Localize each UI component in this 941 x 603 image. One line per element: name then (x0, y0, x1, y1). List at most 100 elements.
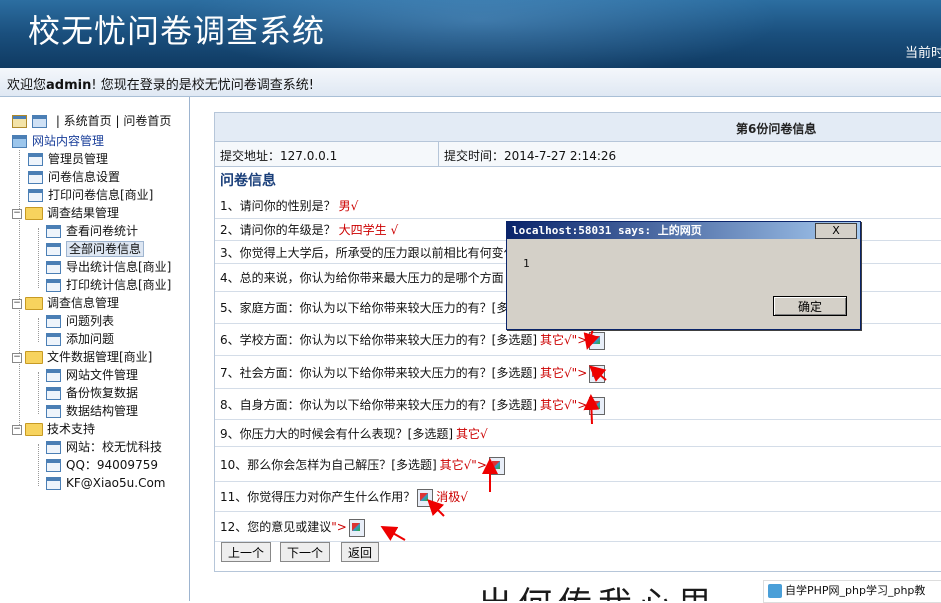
back-button[interactable]: 返回 (341, 542, 380, 562)
dialog-message: 1 (523, 257, 530, 270)
answer-text: 男√ (338, 199, 359, 213)
sidebar-item-label: 数据结构管理 (66, 404, 139, 418)
question-text-line: 3、你觉得上大学后，所承受的压力跟以前相比有何变化 (220, 244, 516, 261)
tree-guide (38, 444, 39, 486)
sidebar-item-label: 网站文件管理 (66, 368, 139, 382)
sidebar-item[interactable]: − 技术支持 (12, 420, 95, 438)
broken-image-icon (589, 364, 606, 383)
section-title: 问卷信息 (220, 173, 276, 189)
meta-divider (438, 142, 439, 166)
sidebar-item-label: 备份恢复数据 (66, 386, 139, 400)
tree-guide (38, 372, 39, 414)
add-icon (32, 115, 47, 128)
folder-icon (25, 207, 43, 220)
sidebar-item[interactable]: KF@Xiao5u.Com (46, 474, 166, 492)
sidebar-item-label: 添加问题 (66, 332, 115, 346)
sidebar-item[interactable]: 问题列表 (46, 312, 114, 330)
question-text-line: 11、你觉得压力对你产生什么作用？ 消极√ (220, 488, 468, 507)
question-text: 10、那么你会怎样为自己解压？[多选题] (220, 458, 437, 472)
watermark-logo-icon (768, 584, 782, 598)
page-icon (28, 171, 43, 184)
sidebar-item[interactable]: 网站：校无忧科技 (46, 438, 162, 456)
broken-image-icon (589, 396, 606, 415)
next-button[interactable]: 下一个 (280, 542, 331, 562)
answer-text: 其它√ (540, 333, 572, 347)
sidebar-item-label: 问卷信息设置 (48, 170, 121, 184)
alert-dialog: localhost:58031 says: 上的网页 X 1 确定 (506, 221, 861, 330)
sidebar-item[interactable]: − 调查结果管理 (12, 204, 119, 222)
sidebar-item[interactable]: 查看问卷统计 (46, 222, 138, 240)
collapse-toggle-icon[interactable]: − (12, 352, 22, 363)
sidebar-item[interactable]: 问卷信息设置 (28, 168, 120, 186)
survey-title-row: 第6份问卷信息 (215, 113, 941, 142)
question-text-line: 2、请问你的年级是？ 大四学生 √ (220, 221, 398, 238)
dialog-body: 1 确定 (511, 243, 856, 323)
sidebar-item[interactable]: − 调查信息管理 (12, 294, 119, 312)
submit-time: 提交时间：2014-7-27 2:14:26 (444, 149, 617, 163)
welcome-suffix: ! 您现在登录的是校无忧问卷调查系统! (91, 78, 314, 93)
answer-text: 其它√ (540, 366, 572, 380)
question-text: 7、社会方面：你认为以下给你带来较大压力的有？[多选题] (220, 366, 538, 380)
prev-button[interactable]: 上一个 (221, 542, 272, 562)
folder-icon (25, 423, 43, 436)
sidebar-item[interactable]: 管理员管理 (28, 150, 108, 168)
sidebar-item[interactable]: 打印统计信息[商业] (46, 276, 171, 294)
sidebar-item-label: 网站：校无忧科技 (66, 440, 163, 454)
sidebar-item[interactable]: QQ：94009759 (46, 456, 158, 474)
page-icon (46, 477, 61, 490)
question-row: 10、那么你会怎样为自己解压？[多选题] 其它√"> (215, 446, 941, 482)
question-row: 11、你觉得压力对你产生什么作用？ 消极√ (215, 481, 941, 512)
question-text: 5、家庭方面：你认为以下给你带来较大压力的有？[多选 (220, 301, 521, 315)
question-text-line: 5、家庭方面：你认为以下给你带来较大压力的有？[多选 (220, 299, 520, 316)
dialog-ok-button[interactable]: 确定 (773, 296, 847, 316)
question-text: 1、请问你的性别是？ (220, 199, 336, 213)
watermark-badge: 自学PHP网_php学习_php教 (763, 580, 941, 603)
sidebar-item[interactable]: 数据结构管理 (46, 402, 138, 420)
bottom-decoration: 出何传我心思 (470, 575, 790, 601)
sidebar-item[interactable]: 备份恢复数据 (46, 384, 138, 402)
question-text-line: 4、总的来说，你认为给你带来最大压力的是哪个方面 (220, 269, 504, 286)
house-icon (12, 135, 27, 148)
survey-home-link[interactable]: 问卷首页 (123, 114, 171, 128)
answer-text: 其它√ (456, 427, 488, 441)
answer-text: 大四学生 √ (338, 223, 399, 237)
dialog-title: localhost:58031 says: 上的网页 (512, 224, 702, 237)
sidebar-item-label: 技术支持 (47, 422, 96, 436)
question-text: 9、你压力大的时候会有什么表现？[多选题] (220, 427, 453, 441)
question-text: 3、你觉得上大学后，所承受的压力跟以前相比有何变化 (220, 246, 516, 260)
welcome-prefix: 欢迎您 (7, 78, 47, 93)
page-icon (28, 189, 43, 202)
dialog-title-bar: localhost:58031 says: 上的网页 X (507, 222, 860, 239)
page-icon (46, 369, 61, 382)
question-text-line: 8、自身方面：你认为以下给你带来较大压力的有？[多选题] 其它√"> (220, 396, 606, 415)
sidebar-item-label: 打印统计信息[商业] (66, 278, 172, 292)
folder-icon (25, 351, 43, 364)
sidebar-item[interactable]: 打印问卷信息[商业] (28, 186, 153, 204)
sidebar: | 系统首页 | 问卷首页 网站内容管理 管理员管理问卷信息设置打印问卷信息[商… (0, 97, 190, 601)
welcome-user: admin (46, 78, 92, 93)
question-text-line: 1、请问你的性别是？ 男√ (220, 197, 358, 214)
sidebar-item[interactable]: 添加问题 (46, 330, 114, 348)
collapse-toggle-icon[interactable]: − (12, 208, 22, 219)
sidebar-item[interactable]: − 文件数据管理[商业] (12, 348, 152, 366)
dialog-close-button[interactable]: X (815, 223, 857, 239)
sidebar-item-label: QQ：94009759 (66, 458, 158, 472)
sidebar-root[interactable]: 网站内容管理 (12, 132, 104, 150)
home-icon (12, 115, 27, 128)
broken-image-icon (589, 331, 606, 350)
question-text-line: 6、学校方面：你认为以下给你带来较大压力的有？[多选题] 其它√"> (220, 331, 606, 350)
sidebar-item[interactable]: 全部问卷信息 (46, 240, 145, 258)
page-icon (28, 153, 43, 166)
collapse-toggle-icon[interactable]: − (12, 424, 22, 435)
page-icon (46, 441, 61, 454)
stray-markup-text: "> (471, 458, 487, 472)
system-home-link[interactable]: | 系统首页 (56, 114, 112, 128)
watermark-text: 自学PHP网_php学习_php教 (785, 584, 926, 597)
question-text: 11、你觉得压力对你产生什么作用？ (220, 490, 416, 504)
sidebar-item[interactable]: 网站文件管理 (46, 366, 138, 384)
sidebar-top-links: | 系统首页 | 问卷首页 (12, 112, 171, 130)
sidebar-item[interactable]: 导出统计信息[商业] (46, 258, 171, 276)
stray-markup-text: "> (571, 333, 588, 347)
collapse-toggle-icon[interactable]: − (12, 298, 22, 309)
question-row: 8、自身方面：你认为以下给你带来较大压力的有？[多选题] 其它√"> (215, 388, 941, 420)
